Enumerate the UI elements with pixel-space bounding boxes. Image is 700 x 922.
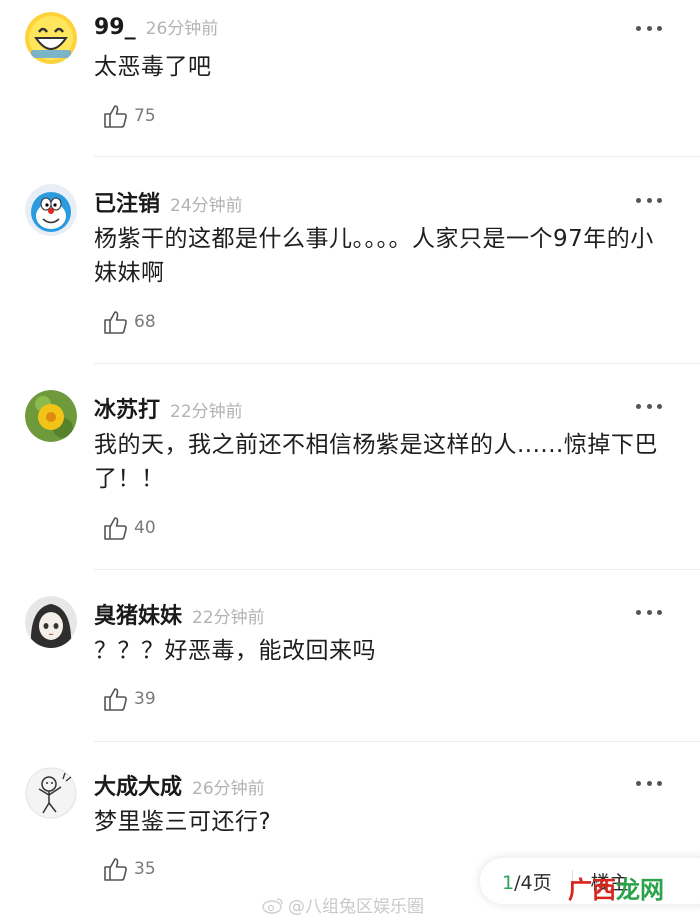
thumbs-up-icon — [104, 105, 127, 128]
timestamp: 26分钟前 — [192, 779, 265, 799]
like-count: 39 — [134, 689, 156, 709]
comment-text: 我的天，我之前还不相信杨紫是这样的人......惊掉下巴了！！ — [94, 432, 658, 492]
username-text[interactable]: 大成大成 — [94, 775, 182, 800]
username-text[interactable]: 99_ — [94, 15, 136, 40]
total-pages: /4页 — [514, 871, 552, 894]
comment-item: 99_ 26分钟前 太恶毒了吧 75 — [0, 0, 700, 157]
site-logo-part2: 龙网 — [616, 876, 664, 904]
watermark-text: @八组兔区娱乐圈 — [288, 897, 424, 917]
timestamp: 24分钟前 — [170, 196, 243, 216]
current-page: 1 — [502, 871, 515, 894]
more-options-button[interactable] — [636, 779, 662, 787]
avatar[interactable] — [25, 767, 77, 819]
avatar[interactable] — [25, 596, 77, 648]
username[interactable]: 冰苏打 22分钟前 — [94, 392, 243, 424]
username[interactable]: 已注销 24分钟前 — [94, 186, 243, 218]
thumbs-up-icon — [104, 688, 127, 711]
thumbs-up-icon — [104, 311, 127, 334]
thumbs-up-icon — [104, 517, 127, 540]
site-logo: 广西 龙网 — [568, 870, 664, 905]
avatar[interactable] — [25, 390, 77, 442]
comment-text: 太恶毒了吧 — [94, 54, 212, 80]
username-text[interactable]: 已注销 — [94, 192, 160, 217]
timestamp: 22分钟前 — [192, 608, 265, 628]
like-count: 35 — [134, 859, 156, 879]
username[interactable]: 大成大成 26分钟前 — [94, 769, 265, 801]
comment-item: 臭猪妹妹 22分钟前 ？？？好恶毒，能改回来吗 39 — [0, 584, 700, 742]
more-options-button[interactable] — [636, 402, 662, 410]
like-count: 75 — [134, 106, 156, 126]
like-count: 68 — [134, 312, 156, 332]
like-count: 40 — [134, 518, 156, 538]
divider — [94, 156, 700, 157]
weibo-icon — [262, 897, 283, 914]
more-options-button[interactable] — [636, 196, 662, 204]
like-button[interactable]: 35 — [102, 856, 156, 882]
comment-text: ？？？好恶毒，能改回来吗 — [94, 638, 376, 664]
thumbs-up-icon — [104, 858, 127, 881]
divider — [94, 363, 700, 364]
divider — [94, 569, 700, 570]
comment-text: 梦里鉴三可还行? — [94, 809, 272, 835]
username[interactable]: 臭猪妹妹 22分钟前 — [94, 598, 265, 630]
divider — [94, 741, 700, 742]
like-button[interactable]: 39 — [102, 686, 156, 712]
comment-item: 已注销 24分钟前 杨紫干的这都是什么事儿。。。。人家只是一个97年的小妹妹啊 6… — [0, 172, 700, 364]
like-button[interactable]: 68 — [102, 309, 156, 335]
username-text[interactable]: 冰苏打 — [94, 398, 160, 423]
more-options-button[interactable] — [636, 608, 662, 616]
site-logo-part1: 广西 — [568, 876, 616, 904]
more-options-button[interactable] — [636, 24, 662, 32]
page-selector[interactable]: 1/4页 — [502, 868, 552, 895]
like-button[interactable]: 75 — [102, 103, 156, 129]
avatar[interactable] — [25, 12, 77, 64]
comment-item: 冰苏打 22分钟前 我的天，我之前还不相信杨紫是这样的人......惊掉下巴了！！… — [0, 378, 700, 570]
like-button[interactable]: 40 — [102, 515, 156, 541]
weibo-watermark: @八组兔区娱乐圈 — [262, 892, 424, 917]
comment-text: 杨紫干的这都是什么事儿。。。。人家只是一个97年的小妹妹啊 — [94, 226, 654, 286]
timestamp: 26分钟前 — [145, 19, 219, 39]
username-text[interactable]: 臭猪妹妹 — [94, 604, 182, 629]
timestamp: 22分钟前 — [170, 402, 243, 422]
username[interactable]: 99_ 26分钟前 — [94, 14, 218, 40]
avatar[interactable] — [25, 184, 77, 236]
